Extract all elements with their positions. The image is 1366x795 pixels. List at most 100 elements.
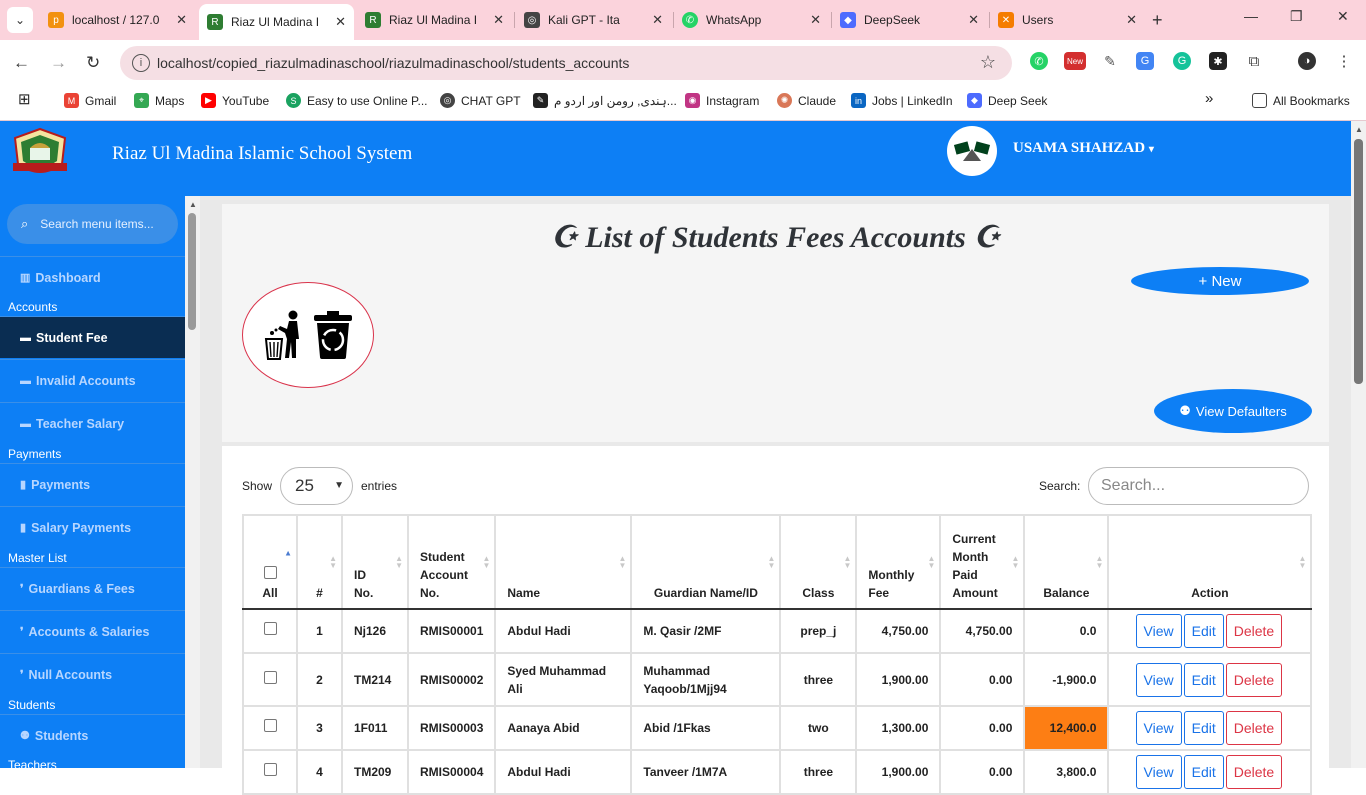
sidebar-item-guardians-fees[interactable]: ❜ Guardians & Fees [0,567,185,609]
bookmark-instagram[interactable]: ◉ Instagram [685,93,759,108]
view-button[interactable]: View [1135,755,1182,789]
close-window-icon[interactable]: ✕ [1337,8,1349,25]
tab-search-icon[interactable]: ⌄ [7,7,33,33]
new-extension-icon[interactable]: New [1064,52,1086,70]
new-tab-icon[interactable]: + [1152,10,1163,31]
col-name[interactable]: Name ▲ ▼ [494,514,633,610]
col-class[interactable]: Class ▲ ▼ [779,514,858,610]
new-account-button[interactable]: + New [1131,267,1309,295]
delete-button[interactable]: Delete [1225,755,1283,789]
back-icon[interactable]: ← [13,53,30,73]
page-size-select[interactable]: 25 ▼ [280,467,353,505]
bookmark-deepseek[interactable]: ◆ Deep Seek [967,93,1047,108]
col-account-no[interactable]: Student Account No. ▲ ▼ [406,514,497,610]
col-monthly-fee[interactable]: Monthly Fee ▲ ▼ [855,514,942,610]
sidebar-item-invalid-accounts[interactable]: ▬ Invalid Accounts [0,359,185,401]
browser-tab[interactable]: ◎ Kali GPT - Ita ✕ [516,6,671,34]
whatsapp-extension-icon[interactable]: ✆ [1030,52,1048,70]
sidebar-item-students[interactable]: ⚉ Students [0,714,185,756]
col-action[interactable]: Action ▲ ▼ [1107,514,1313,610]
browser-tab[interactable]: p localhost / 127.0 ✕ [40,6,195,34]
view-button[interactable]: View [1135,662,1182,697]
chevron-right-double-icon[interactable]: » [1205,90,1213,107]
restore-icon[interactable]: ❐ [1290,8,1303,25]
recycle-bin-button[interactable] [242,282,374,388]
row-checkbox[interactable] [263,719,277,732]
apps-grid-icon[interactable]: ⊞ [18,90,31,108]
bookmark-maps[interactable]: ⌖ Maps [134,93,184,108]
col-select-all[interactable]: All ▲ [242,514,298,610]
col-balance[interactable]: Balance ▲ ▼ [1023,514,1110,610]
reload-icon[interactable]: ↻ [86,53,100,73]
browser-tab[interactable]: R Riaz Ul Madina I ✕ [357,6,512,34]
site-info-icon[interactable]: i [132,54,150,72]
row-select[interactable] [242,652,298,707]
select-all-checkbox[interactable] [263,566,277,579]
close-icon[interactable]: ✕ [1126,12,1137,28]
close-icon[interactable]: ✕ [493,12,504,28]
browser-tab[interactable]: ✕ Users ✕ [990,6,1145,34]
sidebar-item-null-accounts[interactable]: ❜ Null Accounts [0,653,185,695]
extensions-puzzle-icon[interactable]: ⧉ [1245,52,1263,70]
page-scrollbar[interactable]: ▲ [1351,121,1366,768]
edit-button[interactable]: Edit [1183,755,1224,789]
row-select[interactable] [242,608,298,654]
close-icon[interactable]: ✕ [335,14,346,30]
view-defaulters-button[interactable]: ⚉ View Defaulters [1154,389,1312,433]
address-bar[interactable]: i localhost/copied_riazulmadinaschool/ri… [120,46,1012,80]
forward-icon[interactable]: → [50,53,67,73]
sidebar-item-dashboard[interactable]: ▥ Dashboard [0,256,185,298]
bookmark-claude[interactable]: ✺ Claude [777,93,836,108]
bookmark-chatgpt[interactable]: ◎ CHAT GPT [440,93,521,108]
view-button[interactable]: View [1135,614,1182,648]
browser-tab[interactable]: ◆ DeepSeek ✕ [832,6,987,34]
more-menu-icon[interactable]: ⋮ [1335,52,1353,70]
user-menu-dropdown[interactable]: USAMA SHAHZAD ▾ [1013,140,1154,157]
sidebar-search-input[interactable]: ⌕ Search menu items... [7,204,178,244]
delete-button[interactable]: Delete [1225,662,1283,697]
row-checkbox[interactable] [263,670,277,684]
sidebar-item-payments[interactable]: ▮ Payments [0,463,185,505]
sidebar-scrollbar[interactable]: ▲ [185,196,200,768]
sidebar-item-teacher-salary[interactable]: ▬ Teacher Salary [0,402,185,444]
bookmark-youtube[interactable]: ▶ YouTube [201,93,269,108]
browser-tab-active[interactable]: R Riaz Ul Madina I ✕ [199,4,354,40]
tampermonkey-extension-icon[interactable]: ✱ [1209,52,1227,70]
delete-button[interactable]: Delete [1225,614,1283,648]
pen-extension-icon[interactable]: ✎ [1101,52,1119,70]
minimize-icon[interactable]: — [1244,8,1258,24]
profile-avatar-icon[interactable]: ◑ [1298,52,1316,70]
bookmark-star-icon[interactable]: ☆ [980,52,996,73]
bookmark-urdu[interactable]: ✎ ہندی, رومن اور اردو م... [533,93,677,108]
view-button[interactable]: View [1135,711,1182,745]
bookmark-linkedin[interactable]: in Jobs | LinkedIn [851,93,953,108]
grammarly-extension-icon[interactable]: G [1173,52,1191,70]
translate-extension-icon[interactable]: G [1136,52,1154,70]
edit-button[interactable]: Edit [1183,662,1224,697]
scroll-up-icon[interactable]: ▲ [189,200,197,209]
close-icon[interactable]: ✕ [810,12,821,28]
browser-tab[interactable]: ✆ WhatsApp ✕ [674,6,829,34]
edit-button[interactable]: Edit [1183,614,1224,648]
bookmark-gmail[interactable]: M Gmail [64,93,116,108]
url-text[interactable]: localhost/copied_riazulmadinaschool/riaz… [157,55,629,71]
close-icon[interactable]: ✕ [176,12,187,28]
user-avatar[interactable] [947,126,997,176]
sidebar-item-salary-payments[interactable]: ▮ Salary Payments [0,506,185,548]
sidebar-item-accounts-salaries[interactable]: ❜ Accounts & Salaries [0,610,185,652]
scroll-up-icon[interactable]: ▲ [1355,125,1363,134]
all-bookmarks[interactable]: All Bookmarks [1252,93,1350,108]
row-select[interactable] [242,705,298,751]
close-icon[interactable]: ✕ [968,12,979,28]
row-checkbox[interactable] [263,763,277,776]
row-checkbox[interactable] [263,622,277,635]
edit-button[interactable]: Edit [1183,711,1224,745]
page-scroll-thumb[interactable] [1354,139,1363,384]
col-guardian[interactable]: Guardian Name/ID ▲ ▼ [630,514,782,610]
sidebar-scroll-thumb[interactable] [188,213,196,330]
row-select[interactable] [242,749,298,795]
col-number[interactable]: # ▲ ▼ [296,514,343,610]
sidebar-item-student-fee[interactable]: ▬ Student Fee [0,316,185,358]
close-icon[interactable]: ✕ [652,12,663,28]
bookmark-easy-online[interactable]: S Easy to use Online P... [286,93,428,108]
